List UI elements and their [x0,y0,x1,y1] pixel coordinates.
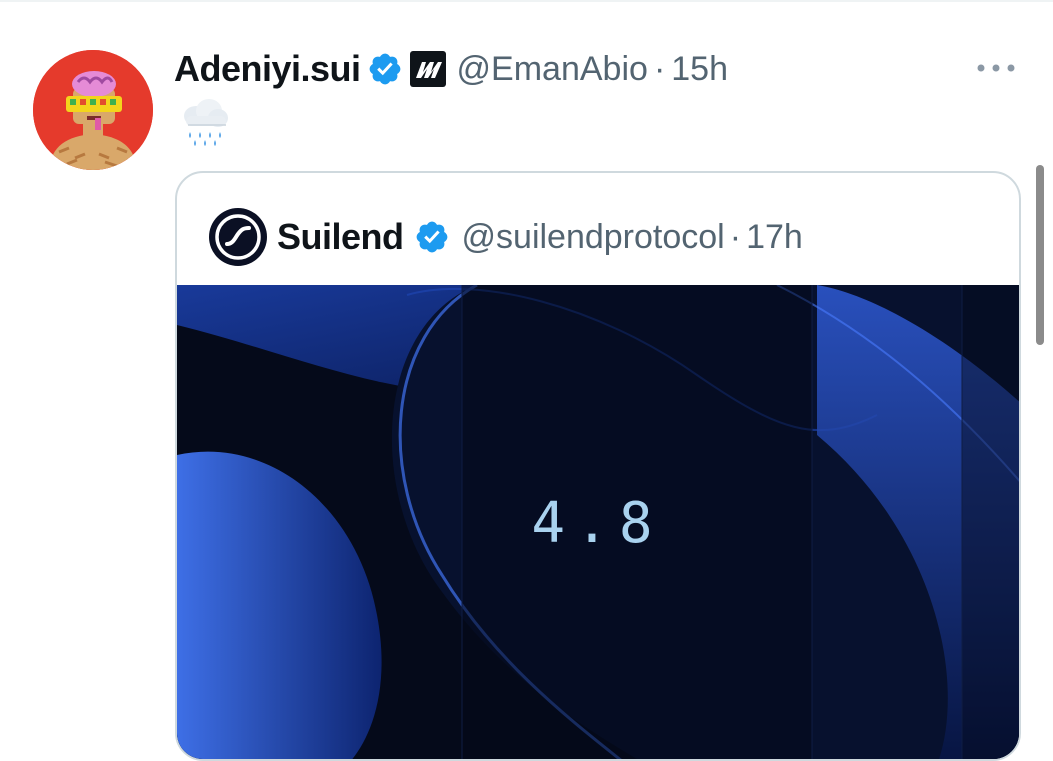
author-handle[interactable]: @EmanAbio [457,50,648,89]
quoted-author-handle[interactable]: @suilendprotocol [462,218,725,257]
tweet-text [176,96,232,148]
quoted-tweet-header: Suilend @suilendprotocol · 17h [209,208,803,266]
quoted-author-display-name[interactable]: Suilend [277,216,404,258]
tweet-timestamp[interactable]: 15h [671,50,728,89]
more-horizontal-icon[interactable] [975,60,1017,76]
m-logo-icon[interactable] [409,50,447,88]
verified-badge-icon[interactable] [367,51,403,87]
tweet-header: Adeniyi.sui @EmanAbio · 15h [174,44,728,94]
suilend-logo-icon [210,209,266,265]
media-value-text: 4.8 [531,491,663,556]
rain-cloud-icon [184,99,228,146]
quoted-tweet-timestamp[interactable]: 17h [746,218,803,257]
avatar-illustration [33,50,153,170]
quoted-media-image[interactable]: 4.8 [177,285,1019,759]
author-avatar[interactable] [33,50,153,170]
quoted-separator-dot: · [729,217,742,256]
separator-dot: · [653,49,666,88]
quoted-author-avatar[interactable] [209,208,267,266]
scrollbar-thumb[interactable] [1036,165,1044,345]
quoted-tweet-card[interactable]: Suilend @suilendprotocol · 17h 4.8 [175,171,1021,761]
tweet[interactable]: Adeniyi.sui @EmanAbio · 15h Suilend @sui… [0,0,1053,761]
author-display-name[interactable]: Adeniyi.sui [174,48,361,90]
quoted-verified-badge-icon[interactable] [414,219,450,255]
